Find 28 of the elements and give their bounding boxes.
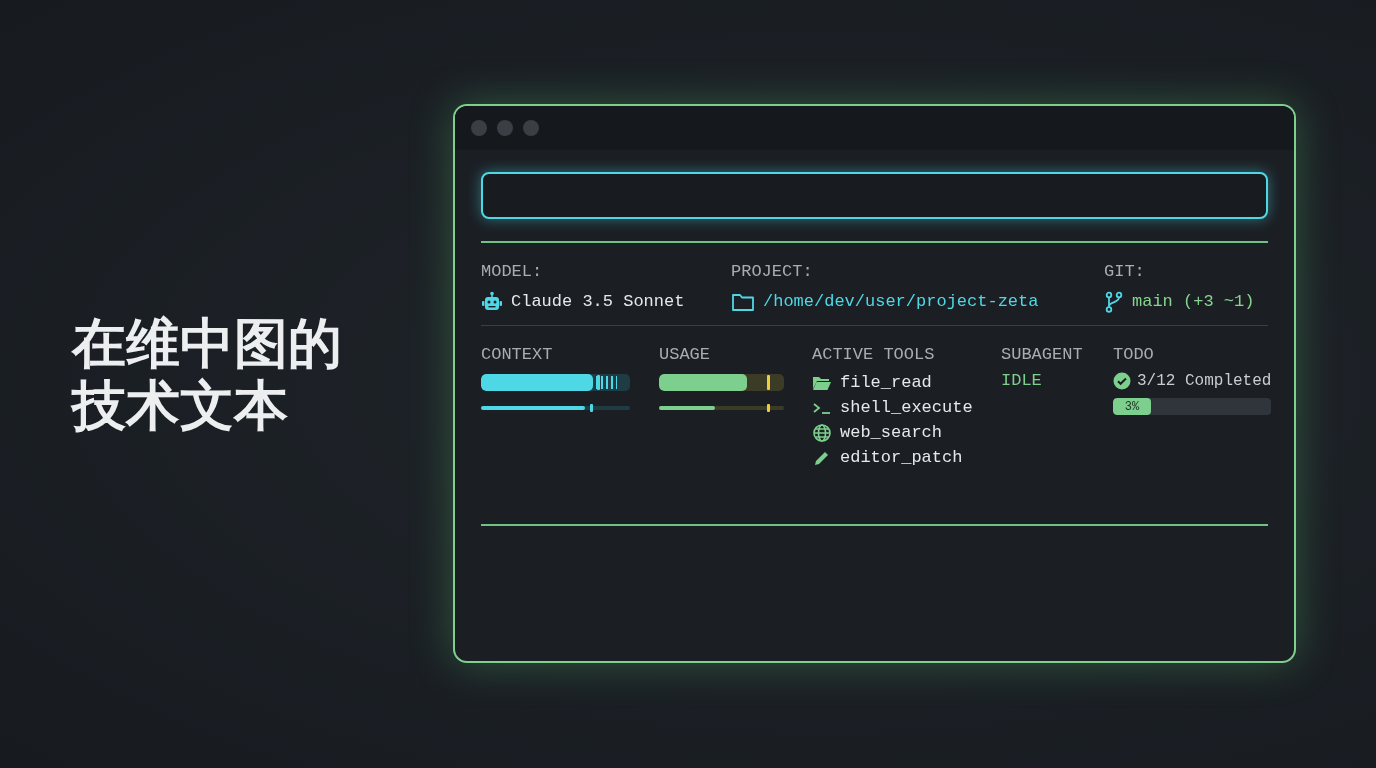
input-field[interactable] (481, 172, 1268, 219)
field-value: main (+3 ~1) (1132, 291, 1255, 313)
robot-icon (481, 291, 503, 313)
section-label: SUBAGENT (1001, 344, 1084, 366)
tool-name: web_search (840, 422, 943, 444)
field-label: PROJECT: (731, 261, 814, 283)
todo-summary: 3/12 Completed (1137, 371, 1272, 392)
window-control[interactable] (497, 120, 513, 136)
globe-icon (812, 422, 832, 443)
field-value: Claude 3.5 Sonnet (511, 291, 685, 313)
window-control[interactable] (523, 120, 539, 136)
status-text: IDLE (1001, 370, 1043, 392)
section-label: TODO (1113, 344, 1155, 366)
branch-icon (1104, 291, 1124, 313)
tool-name: file_read (840, 372, 932, 394)
tool-name: shell_execute (840, 397, 973, 419)
meter-label: CONTEXT (481, 344, 554, 366)
field-value: /home/dev/user/project-zeta (763, 291, 1039, 313)
progress-fill: 3% (1113, 398, 1151, 415)
section-label: ACTIVE TOOLS (812, 344, 936, 366)
check-icon (1113, 372, 1131, 390)
window-control[interactable] (471, 120, 487, 136)
heading: 在维中图的技术文本 (72, 312, 343, 436)
meter-label: USAGE (659, 344, 711, 366)
field-label: MODEL: (481, 261, 544, 283)
folder-icon (731, 292, 755, 312)
tool-name: editor_patch (840, 447, 963, 469)
field-label: GIT: (1104, 261, 1146, 283)
